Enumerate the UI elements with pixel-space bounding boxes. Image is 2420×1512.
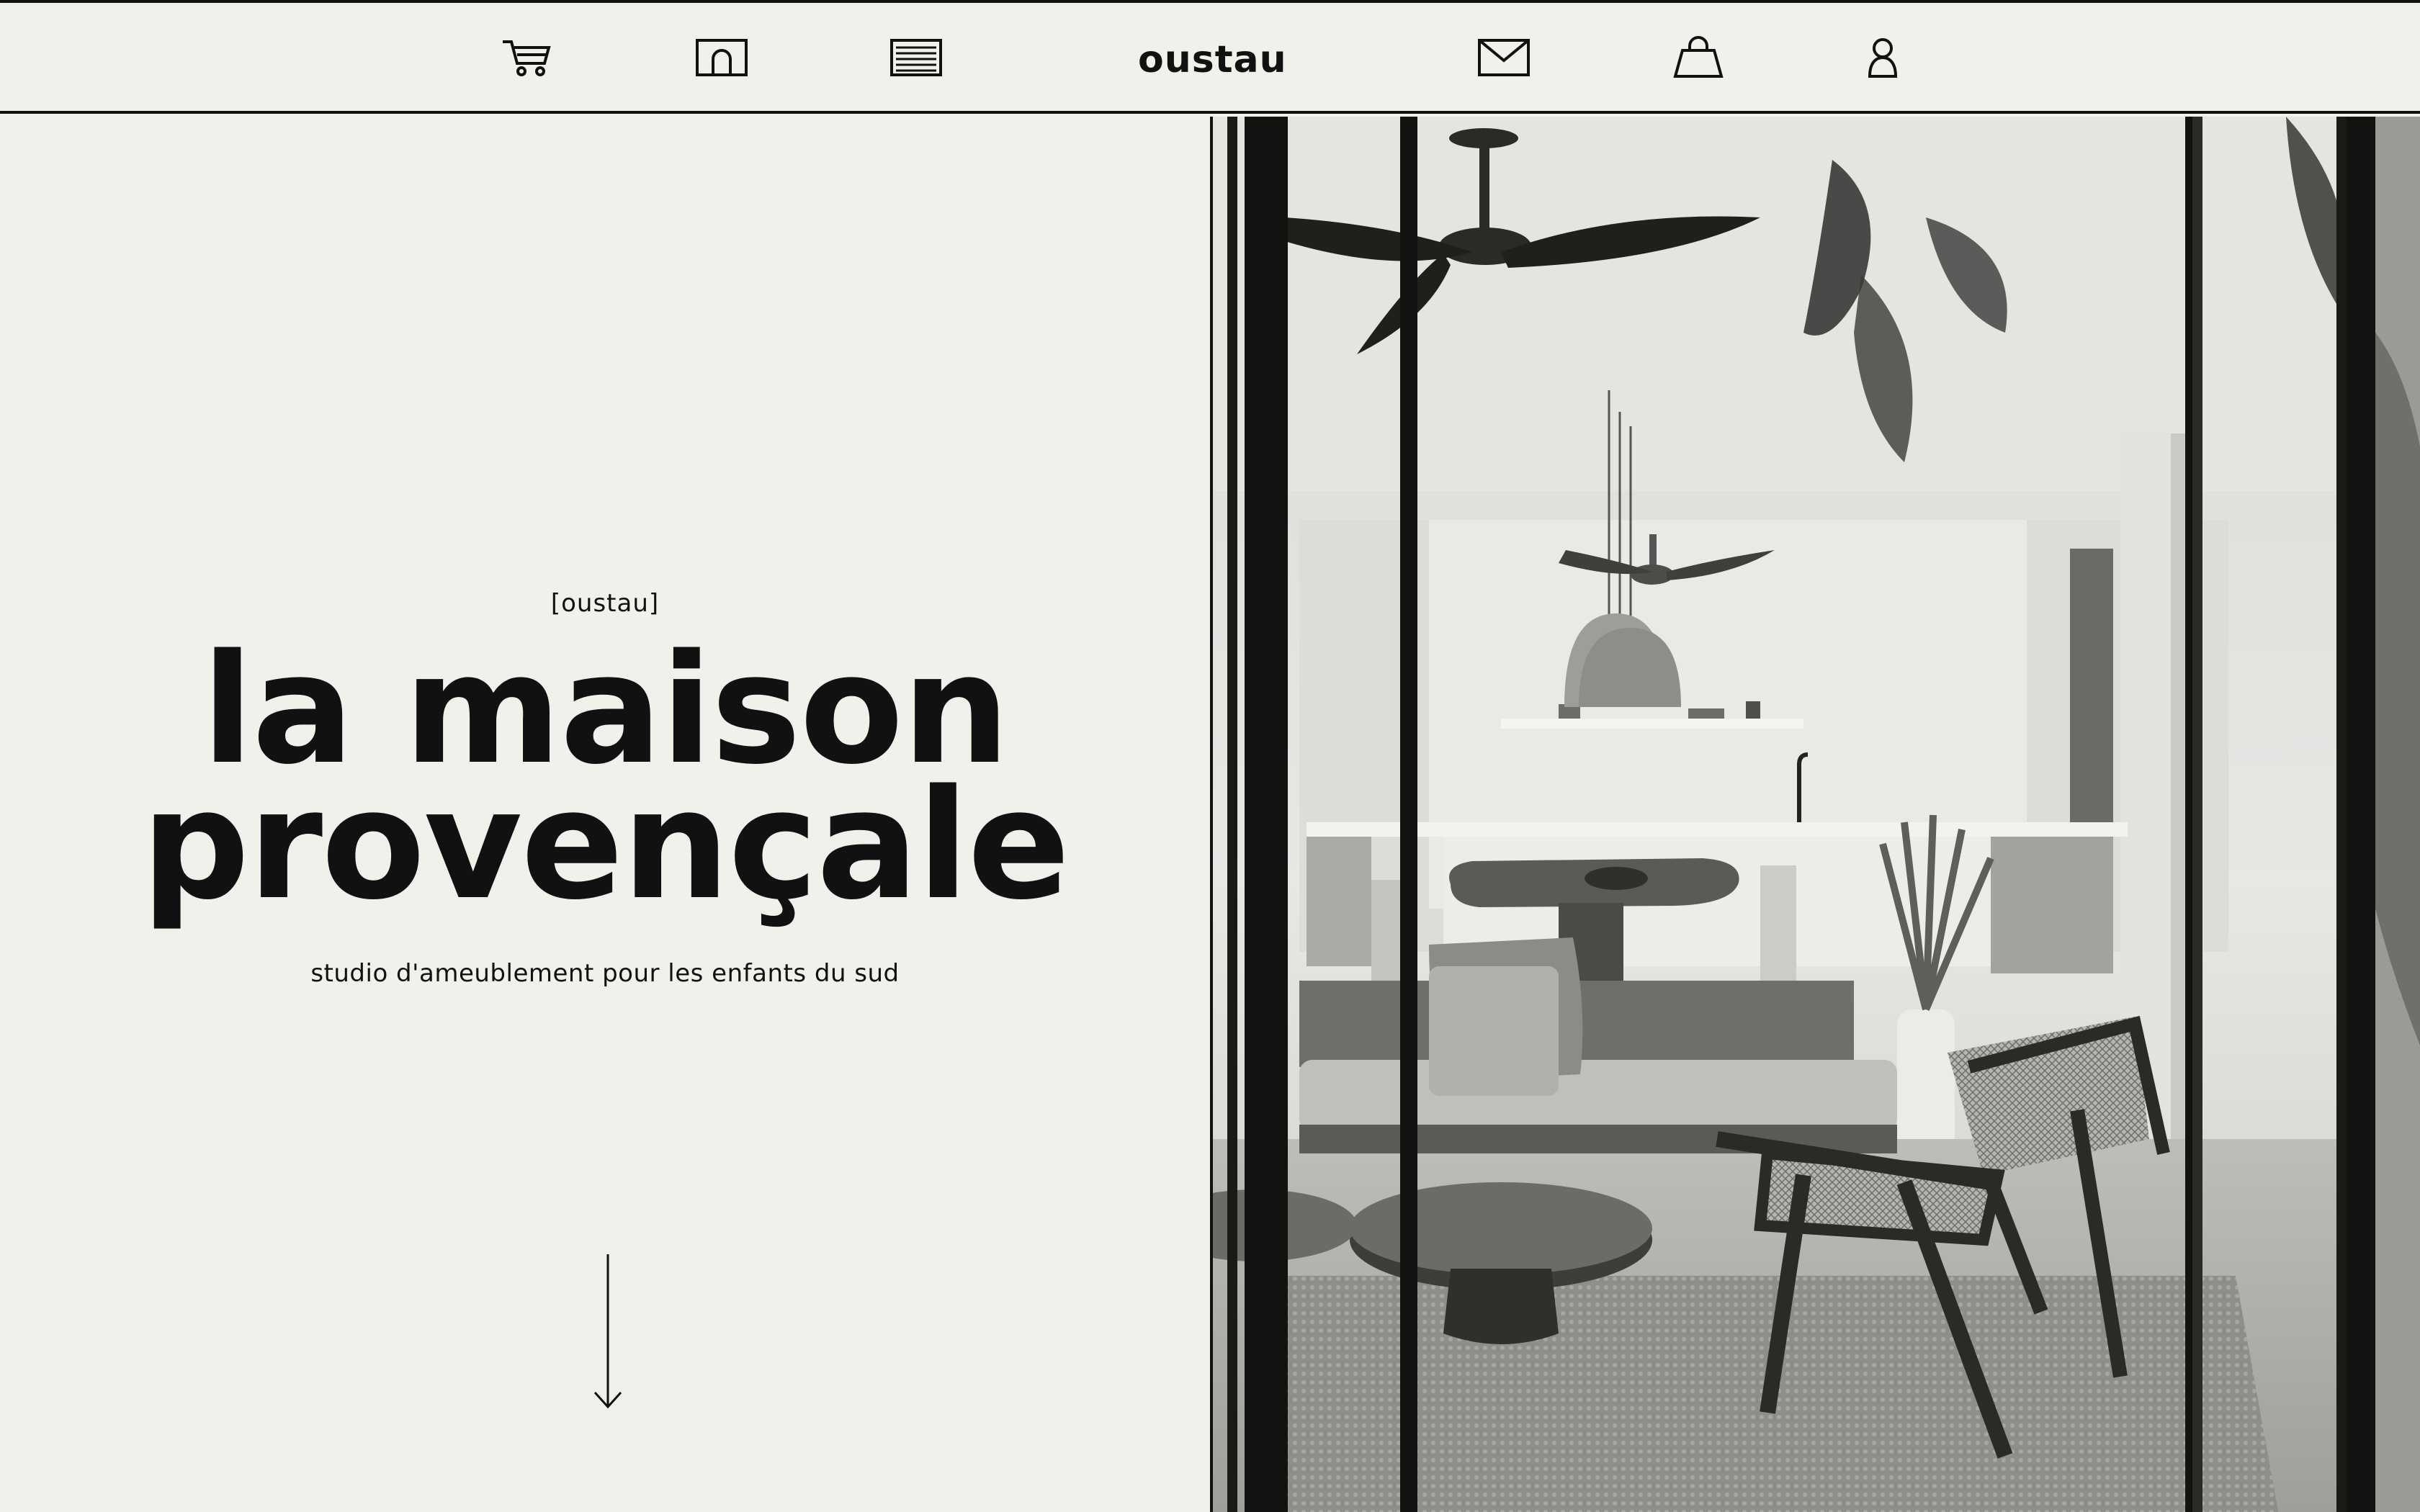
hero-subtitle: studio d'ameublement pour les enfants du… [310,959,900,988]
interior-photo [1213,117,2420,1512]
cart-icon[interactable] [498,32,556,84]
page: oustau [oustau] la maison provençale stu… [0,0,2420,1512]
eyebrow-label: [oustau] [550,589,660,618]
headline-line-2: provençale [141,757,1070,933]
menu-lines-icon[interactable] [887,32,945,84]
hero-text-panel: [oustau] la maison provençale studio d'a… [0,117,1210,1512]
hero-photo [1210,117,2420,1512]
brand-logo[interactable]: oustau [1138,35,1286,85]
top-navigation-bar: oustau [0,3,2420,114]
shopping-bag-icon[interactable] [1670,32,1727,84]
mail-icon[interactable] [1475,32,1533,84]
user-icon[interactable] [1854,32,1912,84]
arrow-down-icon[interactable] [591,1254,625,1413]
arch-icon[interactable] [693,32,750,84]
hero-headline: la maison provençale [0,634,1210,933]
